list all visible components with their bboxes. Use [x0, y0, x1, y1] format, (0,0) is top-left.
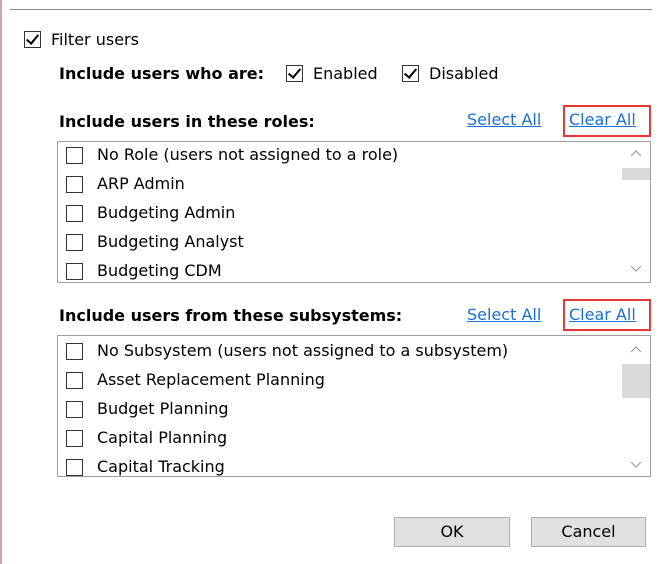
chevron-down-icon[interactable] — [630, 264, 642, 276]
chevron-up-icon[interactable] — [630, 148, 642, 160]
list-item[interactable]: Capital Planning — [58, 425, 618, 453]
list-item[interactable]: No Role (users not assigned to a role) — [58, 142, 618, 170]
role-checkbox[interactable] — [66, 234, 83, 251]
list-item[interactable]: Budget Planning — [58, 396, 618, 424]
subsystem-label: Asset Replacement Planning — [97, 370, 325, 389]
list-item[interactable]: Asset Replacement Planning — [58, 367, 618, 395]
list-item[interactable]: No Subsystem (users not assigned to a su… — [58, 338, 618, 366]
role-checkbox[interactable] — [66, 147, 83, 164]
disabled-checkbox[interactable] — [402, 65, 419, 82]
subsystem-checkbox[interactable] — [66, 459, 83, 476]
subsystem-label: Budget Planning — [97, 399, 229, 418]
subsystem-checkbox[interactable] — [66, 430, 83, 447]
roles-scrollbar[interactable] — [622, 142, 650, 282]
subsystems-heading: Include users from these subsystems: — [59, 306, 403, 325]
cancel-button[interactable]: Cancel — [531, 517, 646, 547]
roles-listbox[interactable]: No Role (users not assigned to a role) A… — [57, 141, 651, 283]
subsystem-checkbox[interactable] — [66, 401, 83, 418]
roles-heading: Include users in these roles: — [59, 112, 315, 131]
role-label: Budgeting Admin — [97, 203, 236, 222]
ok-button[interactable]: OK — [394, 517, 510, 547]
subsystem-label: Capital Planning — [97, 428, 228, 447]
subsystems-scrollbar[interactable] — [622, 336, 650, 476]
include-status-heading: Include users who are: — [59, 64, 264, 83]
role-label: No Role (users not assigned to a role) — [97, 145, 399, 164]
role-label: Budgeting CDM — [97, 261, 222, 280]
list-item[interactable]: Budgeting Admin — [58, 200, 618, 228]
subsystems-select-all-link[interactable]: Select All — [467, 305, 541, 325]
roles-select-all-link[interactable]: Select All — [467, 110, 541, 130]
role-label: Budgeting Analyst — [97, 232, 244, 251]
role-label: ARP Admin — [97, 174, 185, 193]
role-checkbox[interactable] — [66, 205, 83, 222]
roles-scrollbar-thumb[interactable] — [622, 168, 650, 180]
disabled-label: Disabled — [429, 64, 499, 83]
role-checkbox[interactable] — [66, 263, 83, 280]
subsystem-label: Capital Tracking — [97, 457, 225, 476]
separator-line — [10, 9, 652, 10]
list-item[interactable]: Budgeting Analyst — [58, 229, 618, 257]
subsystems-scrollbar-thumb[interactable] — [622, 364, 650, 398]
role-checkbox[interactable] — [66, 176, 83, 193]
subsystem-checkbox[interactable] — [66, 343, 83, 360]
subsystems-clear-all-highlight — [563, 299, 651, 331]
list-item[interactable]: Capital Tracking — [58, 454, 618, 476]
roles-clear-all-highlight — [563, 105, 651, 137]
enabled-label: Enabled — [313, 64, 378, 83]
window-border — [0, 0, 2, 564]
list-item[interactable]: Budgeting CDM — [58, 258, 618, 282]
subsystem-checkbox[interactable] — [66, 372, 83, 389]
filter-users-label: Filter users — [51, 30, 139, 49]
chevron-up-icon[interactable] — [630, 344, 642, 356]
filter-users-checkbox[interactable] — [24, 31, 41, 48]
chevron-down-icon[interactable] — [630, 460, 642, 472]
subsystem-label: No Subsystem (users not assigned to a su… — [97, 341, 509, 360]
list-item[interactable]: ARP Admin — [58, 171, 618, 199]
subsystems-listbox[interactable]: No Subsystem (users not assigned to a su… — [57, 335, 651, 477]
filter-users-dialog: Filter users Include users who are: Enab… — [0, 0, 663, 564]
enabled-checkbox[interactable] — [286, 65, 303, 82]
